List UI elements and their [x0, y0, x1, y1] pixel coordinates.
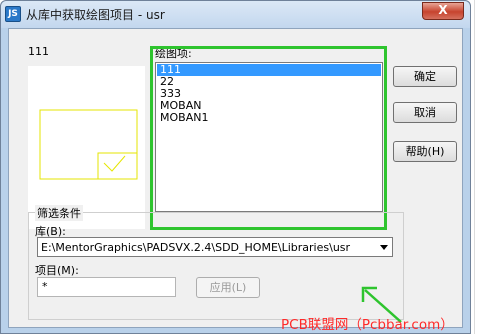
- watermark-text: PCB联盟网（Pcbbar.com）: [281, 317, 454, 333]
- preview-outer-frame: [39, 109, 138, 180]
- list-item[interactable]: MOBAN1: [157, 112, 381, 124]
- preview-item-name: 111: [28, 45, 49, 58]
- list-item[interactable]: 111: [157, 64, 381, 76]
- item-filter-label: 项目(M):: [35, 264, 79, 277]
- window-title: 从库中获取绘图项目 - usr: [26, 8, 165, 22]
- help-button[interactable]: 帮助(H): [393, 141, 457, 162]
- library-path: E:\MentorGraphics\PADSVX.2.4\SDD_HOME\Li…: [41, 241, 351, 254]
- apply-button[interactable]: 应用(L): [196, 277, 260, 298]
- get-drawing-item-dialog: JS 从库中获取绘图项目 - usr X 111 绘图项: 111 22 333…: [0, 0, 471, 334]
- library-dropdown[interactable]: E:\MentorGraphics\PADSVX.2.4\SDD_HOME\Li…: [37, 237, 393, 257]
- filter-groupbox: [28, 212, 404, 320]
- background-divider: [474, 0, 475, 334]
- title-bar[interactable]: JS 从库中获取绘图项目 - usr X: [1, 1, 470, 28]
- pads-app-icon: JS: [5, 6, 21, 22]
- preview-title-block: [97, 152, 138, 180]
- background-page: [472, 0, 492, 334]
- item-filter-input[interactable]: *: [37, 277, 176, 297]
- close-button[interactable]: X: [422, 2, 464, 20]
- dialog-client-area: 111 绘图项: 111 22 333 MOBAN MOBAN1 确定 取消 帮…: [8, 28, 463, 328]
- list-item[interactable]: 22: [157, 76, 381, 88]
- drawing-items-listbox[interactable]: 111 22 333 MOBAN MOBAN1: [155, 62, 383, 212]
- filter-group-title: 筛选条件: [35, 205, 83, 221]
- cancel-button[interactable]: 取消: [393, 102, 457, 123]
- drawing-items-label: 绘图项:: [155, 47, 192, 60]
- chevron-down-icon[interactable]: [380, 245, 388, 250]
- ok-button[interactable]: 确定: [393, 66, 457, 87]
- preview-check-mark: [103, 155, 126, 172]
